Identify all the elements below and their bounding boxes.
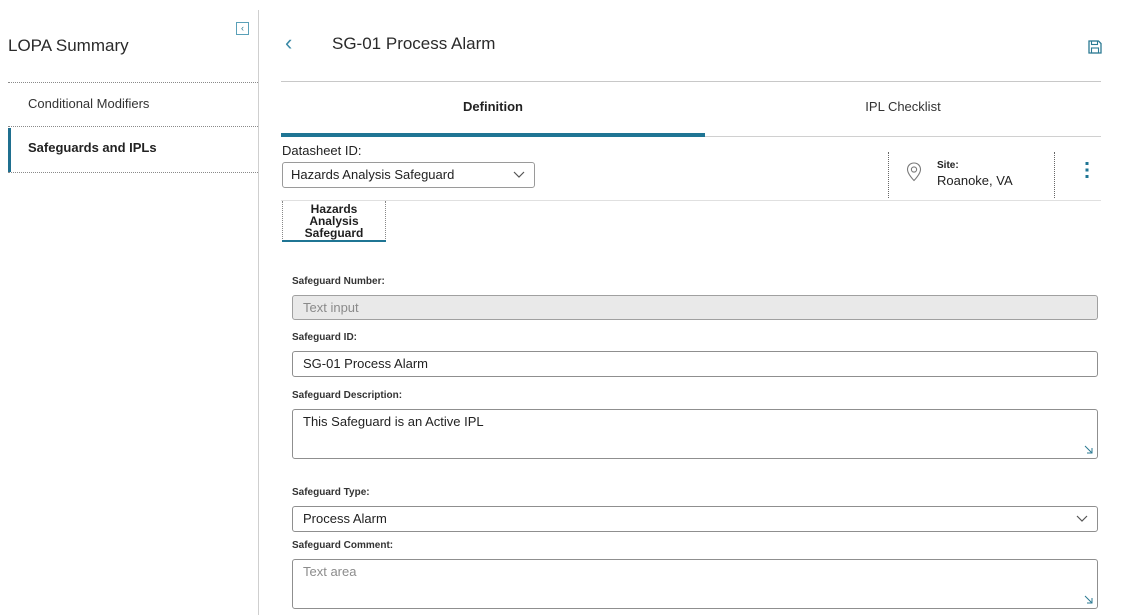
site-value: Roanoke, VA — [937, 173, 1013, 188]
safeguard-number-input[interactable]: Text input — [292, 295, 1098, 320]
chevron-left-icon: ‹ — [285, 30, 293, 55]
safeguard-comment-label: Safeguard Comment: — [292, 540, 394, 551]
safeguard-comment-textarea[interactable]: Text area — [292, 559, 1098, 609]
safeguard-type-value: Process Alarm — [303, 511, 387, 526]
sidebar-item-safeguards-and-ipls[interactable]: Safeguards and IPLs — [8, 128, 258, 172]
chevron-left-icon: ‹ — [241, 23, 244, 33]
safeguard-description-label: Safeguard Description: — [292, 390, 403, 401]
sidebar-divider — [258, 10, 259, 615]
safeguard-id-label: Safeguard ID: — [292, 332, 358, 343]
safeguard-id-value: SG-01 Process Alarm — [303, 356, 428, 371]
divider — [8, 126, 258, 127]
safeguard-id-input[interactable]: SG-01 Process Alarm — [292, 351, 1098, 377]
divider — [8, 172, 258, 173]
divider — [1054, 152, 1055, 198]
more-options-icon[interactable] — [1081, 160, 1093, 180]
safeguard-number-label: Safeguard Number: — [292, 276, 385, 287]
chevron-down-icon — [1076, 515, 1088, 522]
safeguard-type-select[interactable]: Process Alarm — [292, 506, 1098, 532]
datasheet-id-value: Hazards Analysis Safeguard — [291, 167, 455, 182]
section-tab-indicator — [282, 240, 386, 242]
sidebar-item-label: Safeguards and IPLs — [28, 140, 157, 155]
sidebar-title: LOPA Summary — [8, 36, 129, 55]
location-pin-icon — [906, 162, 922, 182]
divider — [8, 82, 258, 83]
sidebar: LOPA Summary ‹ Conditional Modifiers Saf… — [0, 0, 258, 615]
sidebar-item-conditional-modifiers[interactable]: Conditional Modifiers — [8, 84, 258, 124]
site-label: Site: — [937, 160, 959, 171]
floppy-disk-icon — [1088, 40, 1102, 54]
back-button[interactable]: ‹ — [285, 30, 292, 56]
resize-handle-icon[interactable] — [1084, 445, 1093, 454]
page-title: SG-01 Process Alarm — [332, 34, 496, 53]
datasheet-id-label: Datasheet ID: — [282, 143, 362, 158]
section-tab-label-line: Safeguard — [304, 226, 364, 240]
active-tab-indicator — [281, 133, 705, 137]
header-divider — [281, 81, 1101, 82]
tab-ipl-checklist[interactable]: IPL Checklist — [705, 99, 1101, 114]
safeguard-comment-placeholder: Text area — [303, 564, 357, 579]
section-tab-hazards-analysis-safeguard[interactable]: Hazards Analysis Safeguard — [282, 201, 386, 241]
resize-handle-icon[interactable] — [1084, 595, 1093, 604]
safeguard-type-label: Safeguard Type: — [292, 487, 370, 498]
safeguard-description-textarea[interactable]: This Safeguard is an Active IPL — [292, 409, 1098, 459]
row-divider — [281, 200, 1101, 201]
sidebar-item-label: Conditional Modifiers — [28, 96, 150, 111]
save-button[interactable] — [1088, 40, 1102, 54]
safeguard-description-value: This Safeguard is an Active IPL — [303, 414, 484, 429]
chevron-down-icon — [513, 171, 525, 178]
tab-definition[interactable]: Definition — [281, 99, 705, 114]
tab-divider — [705, 136, 1101, 137]
collapse-sidebar-button[interactable]: ‹ — [236, 22, 249, 35]
safeguard-number-placeholder: Text input — [303, 300, 359, 315]
divider — [888, 152, 889, 198]
datasheet-id-select[interactable]: Hazards Analysis Safeguard — [282, 162, 535, 188]
